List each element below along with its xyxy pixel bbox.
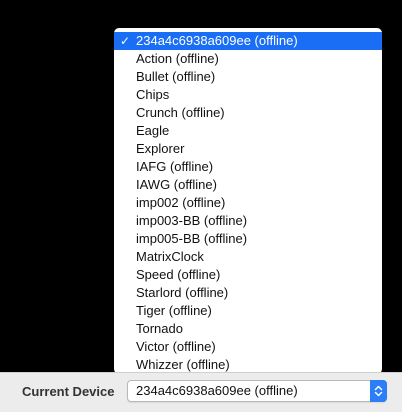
device-menu-item[interactable]: Starlord (offline) (114, 284, 382, 302)
current-device-select[interactable]: 234a4c6938a609ee (offline) (127, 380, 387, 402)
device-menu-item[interactable]: Tornado (114, 320, 382, 338)
device-menu-item[interactable]: Bullet (offline) (114, 68, 382, 86)
device-menu-item-label: Bullet (offline) (136, 69, 216, 84)
device-menu-item[interactable]: Victor (offline) (114, 338, 382, 356)
device-menu-item-label: MatrixClock (136, 249, 204, 264)
device-menu-item[interactable]: IAWG (offline) (114, 176, 382, 194)
device-menu-item-label: Chips (136, 87, 170, 102)
device-menu-item[interactable]: imp005-BB (offline) (114, 230, 382, 248)
device-menu-item[interactable]: imp002 (offline) (114, 194, 382, 212)
chevron-up-down-icon[interactable] (370, 380, 387, 402)
device-menu-item[interactable]: Action (offline) (114, 50, 382, 68)
device-menu-item-label: imp005-BB (offline) (136, 231, 248, 246)
device-menu-item[interactable]: MatrixClock (114, 248, 382, 266)
device-menu-item[interactable]: Explorer (114, 140, 382, 158)
device-menu-item-label: Victor (offline) (136, 339, 216, 354)
device-menu-item-label: Tiger (offline) (136, 303, 212, 318)
device-menu-item-label: Explorer (136, 141, 185, 156)
device-menu-item-label: Speed (offline) (136, 267, 221, 282)
device-menu-item-label: Whizzer (offline) (136, 357, 230, 372)
device-menu-item-label: imp003-BB (offline) (136, 213, 248, 228)
device-menu-item-label: 234a4c6938a609ee (offline) (136, 33, 298, 48)
device-menu-item-label: Eagle (136, 123, 170, 138)
device-menu-item-label: Crunch (offline) (136, 105, 225, 120)
device-dropdown-menu: ✓ 234a4c6938a609ee (offline) Action (offli… (114, 28, 382, 374)
device-menu-item[interactable]: Crunch (offline) (114, 104, 382, 122)
device-menu-item-label: Tornado (136, 321, 183, 336)
checkmark-icon: ✓ (120, 34, 131, 48)
current-device-label: Current Device (22, 384, 115, 399)
device-menu-item[interactable]: Speed (offline) (114, 266, 382, 284)
app-window: ✓ 234a4c6938a609ee (offline) Action (offli… (0, 0, 402, 412)
device-menu-item[interactable]: Eagle (114, 122, 382, 140)
device-menu-item[interactable]: Tiger (offline) (114, 302, 382, 320)
device-menu-item[interactable]: IAFG (offline) (114, 158, 382, 176)
device-menu-item-label: IAWG (offline) (136, 177, 217, 192)
device-menu-item[interactable]: imp003-BB (offline) (114, 212, 382, 230)
device-menu-item-label: Action (offline) (136, 51, 219, 66)
device-menu-item[interactable]: Chips (114, 86, 382, 104)
device-menu-item-label: imp002 (offline) (136, 195, 226, 210)
current-device-value: 234a4c6938a609ee (offline) (136, 383, 298, 398)
device-menu-item-label: Starlord (offline) (136, 285, 229, 300)
footer-bar: Current Device 234a4c6938a609ee (offline… (0, 372, 402, 412)
device-menu-item-label: IAFG (offline) (136, 159, 214, 174)
device-menu-item[interactable]: ✓ 234a4c6938a609ee (offline) (114, 32, 382, 50)
